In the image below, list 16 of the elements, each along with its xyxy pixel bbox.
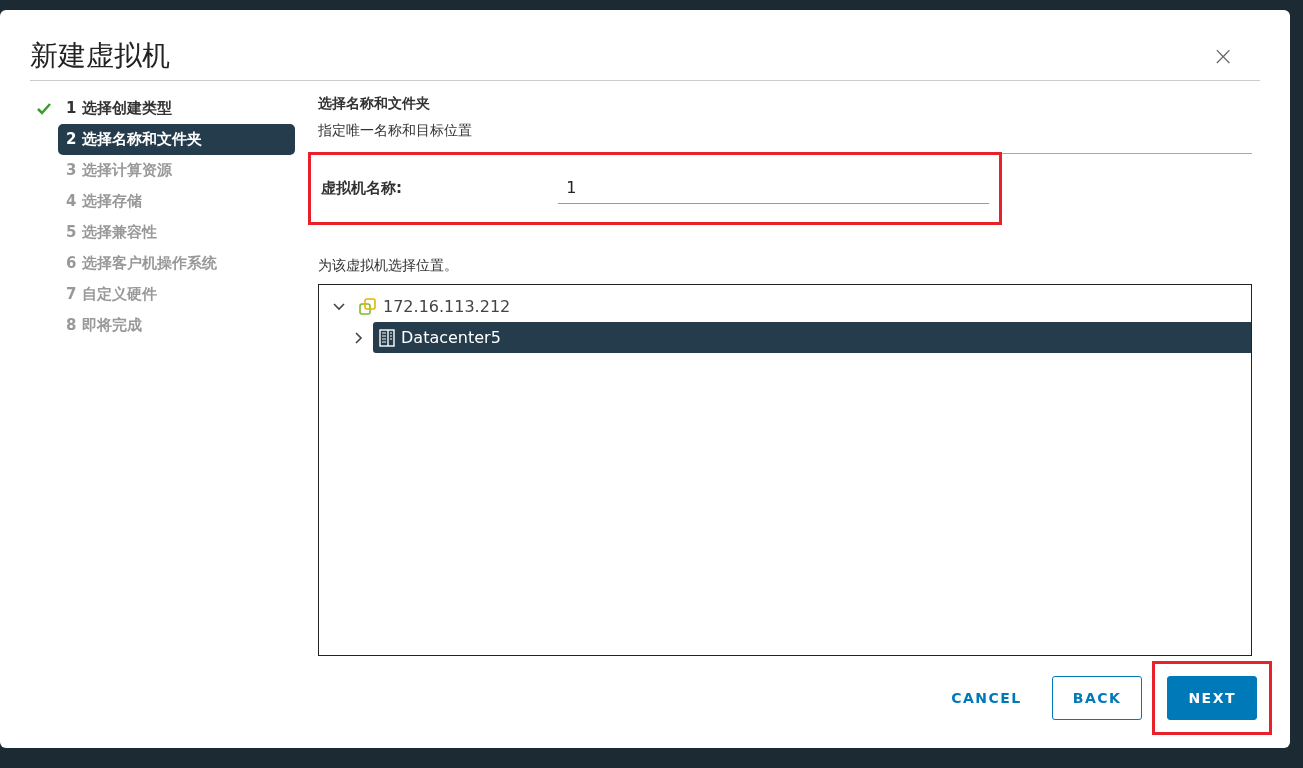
wizard-step[interactable]: 2 选择名称和文件夹	[58, 124, 295, 155]
wizard-step[interactable]: 1 选择创建类型	[58, 93, 295, 124]
field-label: 虚拟机名称:	[321, 178, 403, 200]
dialog-title: 新建虚拟机	[30, 38, 170, 74]
name-input-field[interactable]: 1	[558, 173, 989, 204]
close-button[interactable]: ×	[1212, 43, 1234, 69]
page-heading: 选择名称和文件夹	[318, 94, 431, 113]
tree-node[interactable]: 172.16.113.212	[353, 291, 1251, 322]
vcenter-icon	[359, 297, 377, 316]
cancel-button[interactable]: CANCEL	[931, 676, 1042, 720]
next-button[interactable]: NEXT	[1167, 676, 1257, 720]
page-subheading: 指定唯一名称和目标位置	[318, 121, 473, 140]
location-label: 为该虚拟机选择位置。	[318, 256, 459, 275]
building-icon	[379, 328, 395, 347]
back-button[interactable]: BACK	[1051, 676, 1143, 720]
tree-node[interactable]: Datacenter5	[373, 322, 1251, 353]
